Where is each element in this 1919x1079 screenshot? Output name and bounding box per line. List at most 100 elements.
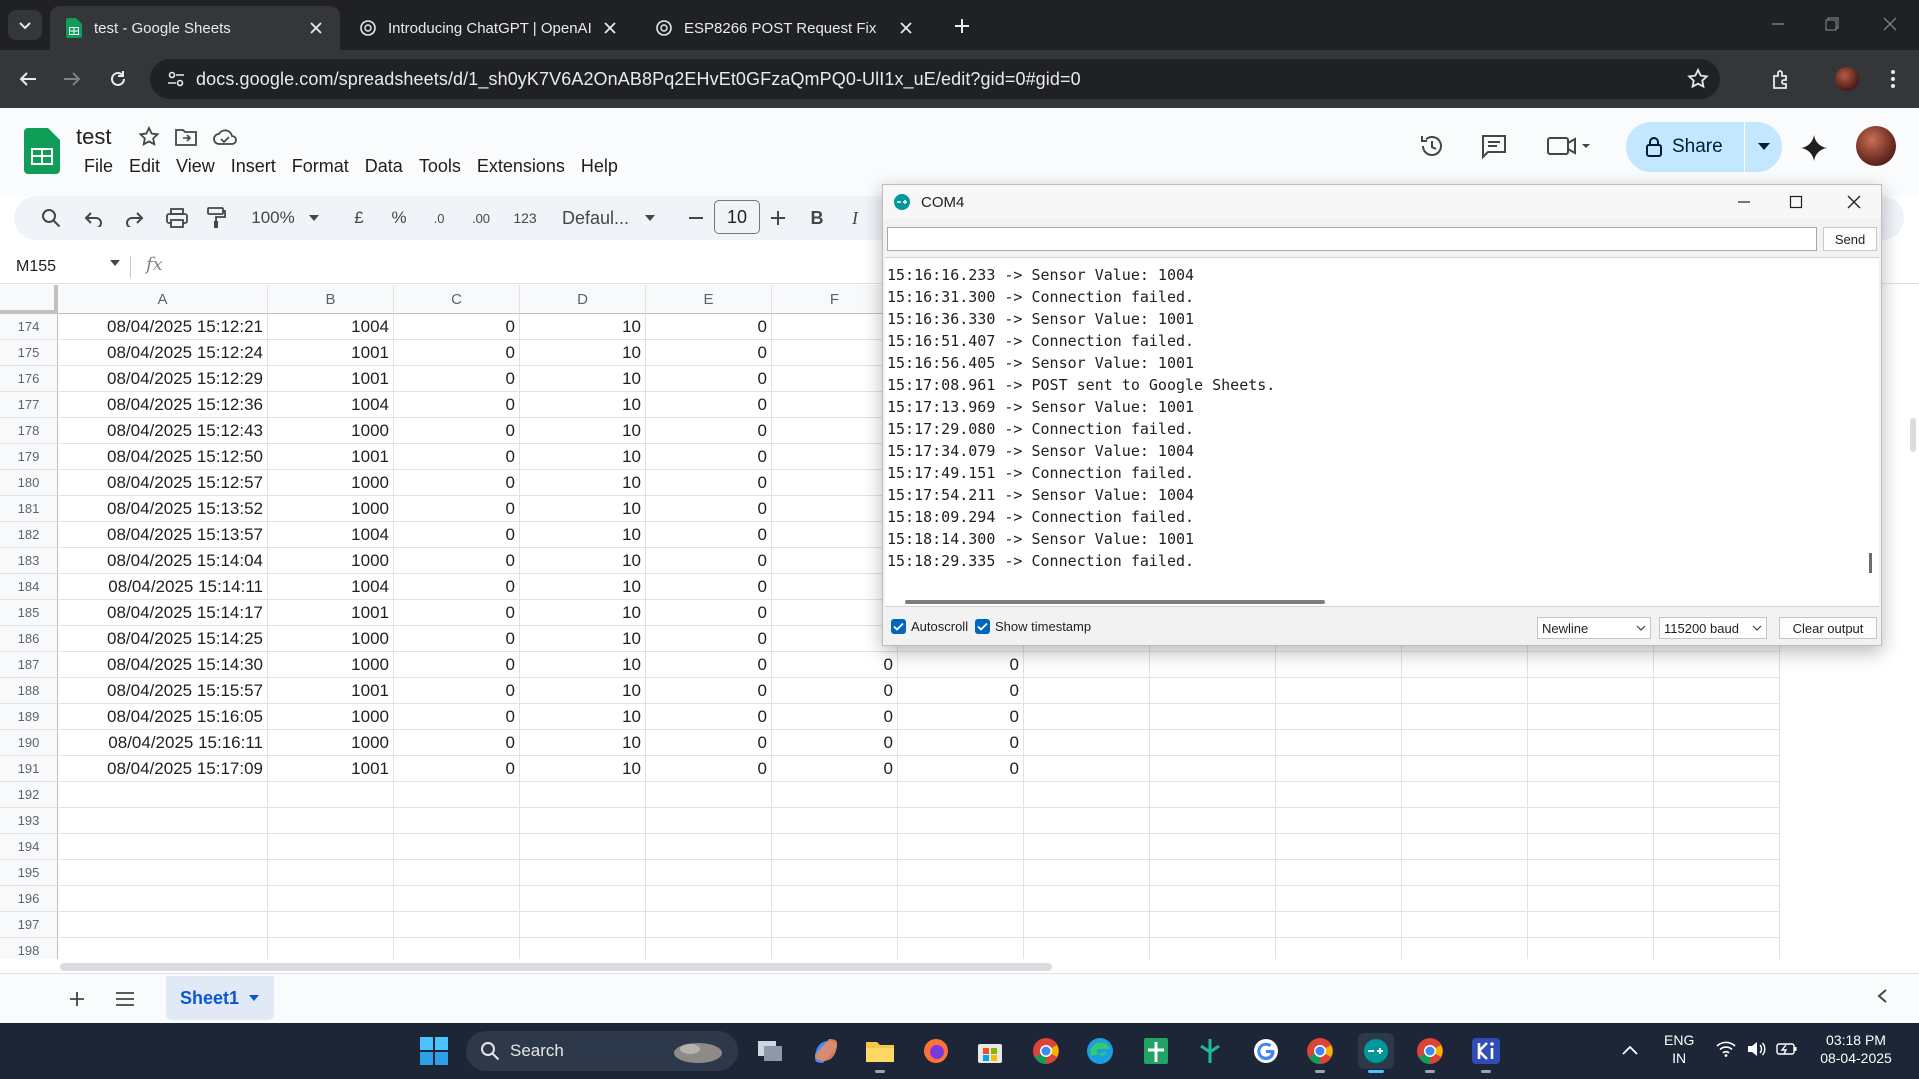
- table-cell[interactable]: 1001: [268, 756, 394, 782]
- task-view-icon[interactable]: [752, 1033, 788, 1069]
- table-cell[interactable]: 1000: [268, 418, 394, 444]
- table-cell[interactable]: [1150, 886, 1276, 912]
- more-formats-button[interactable]: 123: [508, 196, 542, 240]
- file-explorer-icon[interactable]: [862, 1033, 898, 1073]
- windows-start-icon[interactable]: [416, 1033, 452, 1069]
- format-percent-button[interactable]: %: [386, 196, 412, 240]
- table-cell[interactable]: 1000: [268, 548, 394, 574]
- table-cell[interactable]: [394, 938, 520, 959]
- table-cell[interactable]: [1024, 652, 1150, 678]
- table-cell[interactable]: [1402, 652, 1528, 678]
- table-cell[interactable]: 08/04/2025 15:15:57: [58, 678, 268, 704]
- table-cell[interactable]: 0: [772, 730, 898, 756]
- close-window-button[interactable]: [1878, 12, 1902, 36]
- table-cell[interactable]: 0: [646, 444, 772, 470]
- site-info-icon[interactable]: [156, 59, 196, 99]
- kicad-icon[interactable]: [1468, 1033, 1504, 1073]
- table-cell[interactable]: [772, 912, 898, 938]
- address-bar[interactable]: docs.google.com/spreadsheets/d/1_sh0yK7V…: [150, 59, 1720, 99]
- table-cell[interactable]: [1528, 704, 1654, 730]
- table-cell[interactable]: [58, 860, 268, 886]
- table-cell[interactable]: 0: [646, 418, 772, 444]
- table-cell[interactable]: 08/04/2025 15:14:25: [58, 626, 268, 652]
- table-cell[interactable]: [1654, 912, 1780, 938]
- comments-icon[interactable]: [1480, 132, 1508, 165]
- row-header[interactable]: 175: [0, 340, 58, 366]
- table-cell[interactable]: [58, 912, 268, 938]
- table-cell[interactable]: 08/04/2025 15:12:57: [58, 470, 268, 496]
- show-timestamp-checkbox[interactable]: Show timestamp: [975, 619, 1091, 634]
- row-header[interactable]: 184: [0, 574, 58, 600]
- table-cell[interactable]: [268, 886, 394, 912]
- row-header[interactable]: 180: [0, 470, 58, 496]
- table-cell[interactable]: 0: [646, 756, 772, 782]
- table-cell[interactable]: 10: [520, 418, 646, 444]
- cloud-saved-icon[interactable]: [212, 126, 238, 148]
- table-cell[interactable]: 08/04/2025 15:16:05: [58, 704, 268, 730]
- row-header[interactable]: 191: [0, 756, 58, 782]
- table-cell[interactable]: [394, 886, 520, 912]
- table-cell[interactable]: [1654, 860, 1780, 886]
- table-cell[interactable]: [1024, 730, 1150, 756]
- extensions-icon[interactable]: [1768, 66, 1794, 92]
- table-cell[interactable]: [1402, 912, 1528, 938]
- table-cell[interactable]: [646, 782, 772, 808]
- table-cell[interactable]: [268, 808, 394, 834]
- print-icon[interactable]: [162, 196, 192, 240]
- table-cell[interactable]: 0: [898, 756, 1024, 782]
- table-cell[interactable]: [268, 834, 394, 860]
- table-cell[interactable]: 0: [394, 756, 520, 782]
- table-cell[interactable]: 0: [394, 366, 520, 392]
- table-cell[interactable]: 0: [646, 678, 772, 704]
- vertical-scroll-thumb[interactable]: [1910, 418, 1916, 452]
- table-cell[interactable]: [1528, 730, 1654, 756]
- google-icon[interactable]: [1248, 1033, 1284, 1069]
- italic-button[interactable]: I: [842, 196, 868, 240]
- table-cell[interactable]: 08/04/2025 15:12:36: [58, 392, 268, 418]
- table-cell[interactable]: [646, 938, 772, 959]
- table-cell[interactable]: 0: [394, 418, 520, 444]
- table-cell[interactable]: [268, 912, 394, 938]
- copilot-icon[interactable]: [808, 1033, 844, 1069]
- row-header[interactable]: 176: [0, 366, 58, 392]
- table-cell[interactable]: [1024, 782, 1150, 808]
- table-cell[interactable]: 10: [520, 756, 646, 782]
- table-cell[interactable]: 08/04/2025 15:13:52: [58, 496, 268, 522]
- table-cell[interactable]: 10: [520, 600, 646, 626]
- table-cell[interactable]: [772, 782, 898, 808]
- table-cell[interactable]: 08/04/2025 15:13:57: [58, 522, 268, 548]
- table-cell[interactable]: 1000: [268, 652, 394, 678]
- row-header[interactable]: 187: [0, 652, 58, 678]
- table-cell[interactable]: 10: [520, 652, 646, 678]
- table-cell[interactable]: [772, 548, 898, 574]
- table-cell[interactable]: 0: [394, 496, 520, 522]
- table-cell[interactable]: 0: [394, 314, 520, 340]
- decrease-font-size-button[interactable]: [684, 196, 708, 240]
- table-cell[interactable]: 1001: [268, 340, 394, 366]
- column-header[interactable]: B: [268, 285, 394, 314]
- table-cell[interactable]: 1004: [268, 574, 394, 600]
- gemini-sparkle-icon[interactable]: [1800, 134, 1828, 167]
- move-folder-icon[interactable]: [174, 126, 198, 148]
- table-cell[interactable]: 0: [646, 548, 772, 574]
- tab-google-sheets[interactable]: test - Google Sheets: [50, 6, 340, 50]
- table-cell[interactable]: 0: [898, 652, 1024, 678]
- table-cell[interactable]: [1150, 834, 1276, 860]
- table-cell[interactable]: [1654, 808, 1780, 834]
- table-cell[interactable]: [1276, 678, 1402, 704]
- row-header[interactable]: 182: [0, 522, 58, 548]
- vertical-scrollbar[interactable]: [1904, 285, 1919, 959]
- table-cell[interactable]: [1654, 834, 1780, 860]
- table-cell[interactable]: [394, 808, 520, 834]
- table-cell[interactable]: 1004: [268, 522, 394, 548]
- row-header[interactable]: 186: [0, 626, 58, 652]
- zoom-select[interactable]: 100%: [240, 196, 330, 240]
- table-cell[interactable]: [1528, 834, 1654, 860]
- table-cell[interactable]: 0: [394, 600, 520, 626]
- language-indicator[interactable]: ENG IN: [1664, 1031, 1694, 1067]
- table-cell[interactable]: 0: [646, 730, 772, 756]
- row-header[interactable]: 188: [0, 678, 58, 704]
- sheet-tab-sheet1[interactable]: Sheet1: [166, 976, 274, 1020]
- menu-edit[interactable]: Edit: [121, 156, 168, 177]
- table-cell[interactable]: [1402, 938, 1528, 959]
